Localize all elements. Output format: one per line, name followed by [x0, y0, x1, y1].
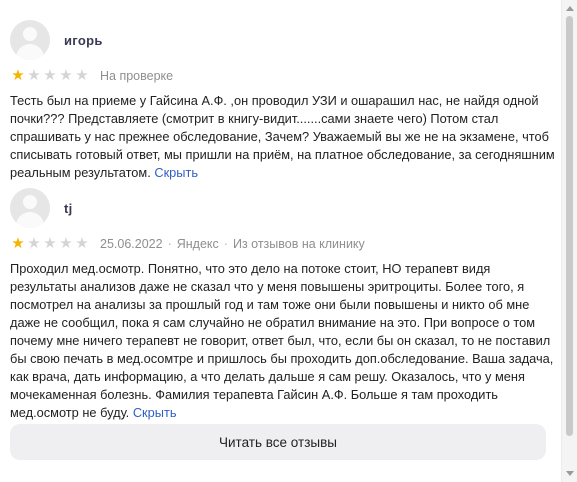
- star-empty-icon: ★: [59, 235, 73, 252]
- review-body: Тесть был на приеме у Гайсина А.Ф. ,он п…: [10, 93, 555, 180]
- star-empty-icon: ★: [59, 67, 73, 84]
- review-origin: Из отзывов на клинику: [232, 237, 365, 251]
- review-meta: ★ ★ ★ ★ ★ На проверке: [10, 66, 555, 86]
- hide-review-link[interactable]: Скрыть: [133, 405, 177, 420]
- review-text: Проходил мед.осмотр. Понятно, что это де…: [10, 260, 555, 422]
- scroll-down-arrow-icon[interactable]: [566, 471, 574, 476]
- review-date: 25.06.2022: [100, 237, 163, 251]
- review-author: tj: [64, 200, 73, 216]
- scroll-up-arrow-icon[interactable]: [566, 6, 574, 11]
- meta-separator: ·: [223, 237, 228, 251]
- hide-review-link[interactable]: Скрыть: [154, 165, 198, 180]
- review-body: Проходил мед.осмотр. Понятно, что это де…: [10, 261, 554, 420]
- rating-stars: ★ ★ ★ ★ ★: [10, 68, 90, 84]
- review-author-row: игорь: [10, 20, 555, 60]
- review-card: игорь ★ ★ ★ ★ ★ На проверке Тесть был на…: [10, 20, 555, 182]
- read-all-reviews-button[interactable]: Читать все отзывы: [10, 424, 546, 460]
- scrollbar-thumb[interactable]: [566, 16, 573, 436]
- scrollbar[interactable]: [561, 0, 577, 482]
- review-source: Яндекс: [176, 237, 219, 251]
- star-empty-icon: ★: [75, 67, 89, 84]
- meta-separator: ·: [167, 237, 172, 251]
- rating-stars: ★ ★ ★ ★ ★: [10, 236, 90, 252]
- star-empty-icon: ★: [43, 235, 57, 252]
- review-status: На проверке: [100, 69, 174, 83]
- review-author-row: tj: [10, 188, 555, 228]
- review-author: игорь: [64, 32, 103, 48]
- reviews-panel: игорь ★ ★ ★ ★ ★ На проверке Тесть был на…: [0, 0, 560, 482]
- review-meta: ★ ★ ★ ★ ★ 25.06.2022 · Яндекс · Из отзыв…: [10, 234, 555, 254]
- star-filled-icon: ★: [11, 235, 25, 252]
- star-empty-icon: ★: [75, 235, 89, 252]
- review-card: tj ★ ★ ★ ★ ★ 25.06.2022 · Яндекс · Из от…: [10, 188, 555, 422]
- star-empty-icon: ★: [43, 67, 57, 84]
- star-empty-icon: ★: [27, 67, 41, 84]
- avatar-placeholder-icon: [10, 188, 50, 228]
- star-filled-icon: ★: [11, 67, 25, 84]
- star-empty-icon: ★: [27, 235, 41, 252]
- avatar-placeholder-icon: [10, 20, 50, 60]
- review-text: Тесть был на приеме у Гайсина А.Ф. ,он п…: [10, 92, 555, 182]
